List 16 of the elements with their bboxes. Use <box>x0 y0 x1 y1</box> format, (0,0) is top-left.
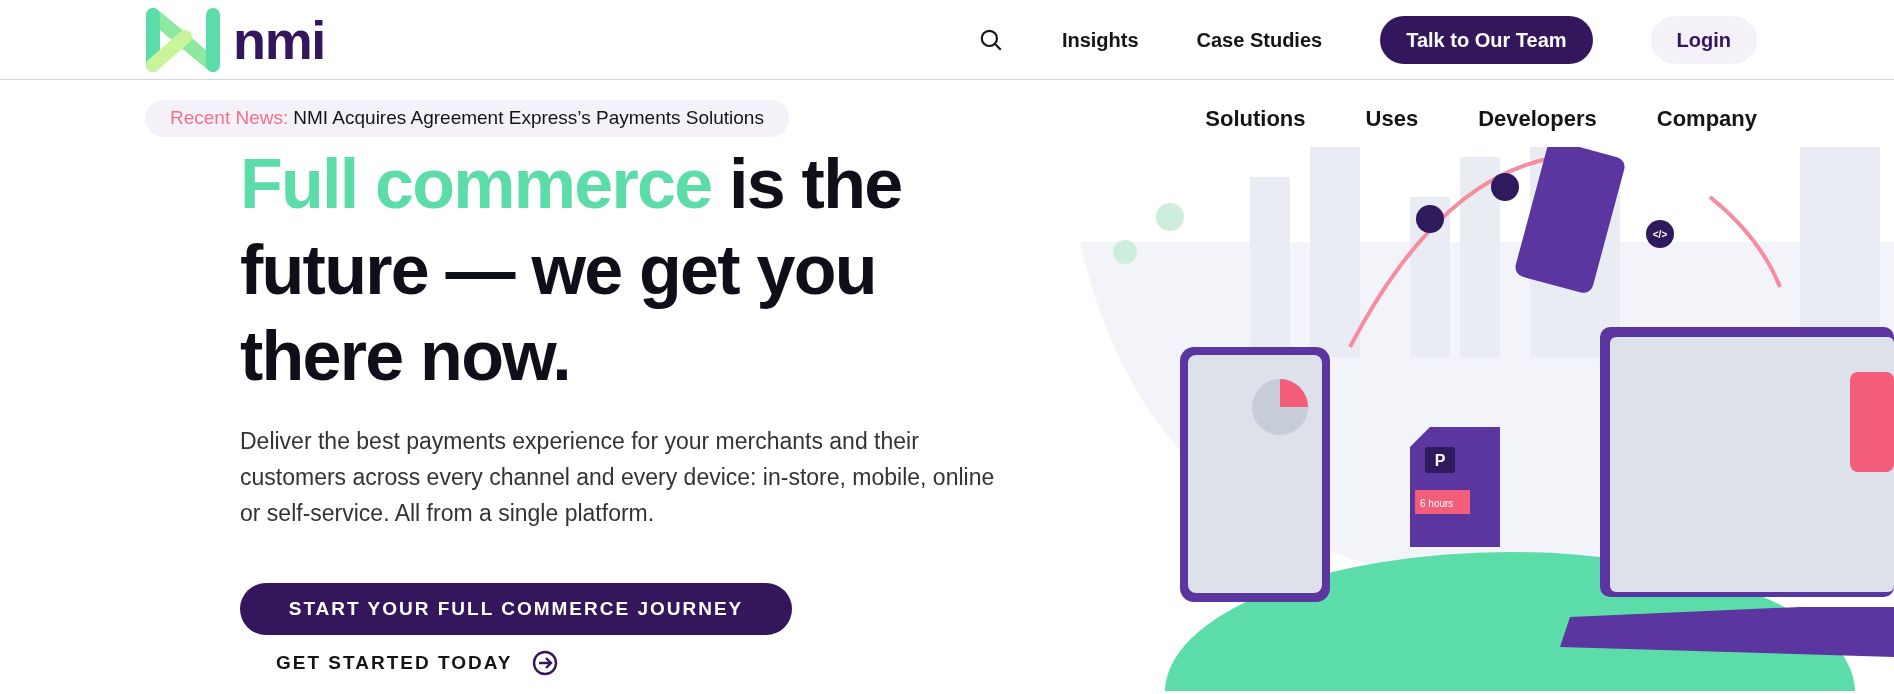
talk-to-team-button[interactable]: Talk to Our Team <box>1380 15 1593 64</box>
logo-wordmark[interactable]: nmi <box>233 12 325 67</box>
login-button[interactable]: Login <box>1650 15 1757 64</box>
nav-link[interactable]: Case Studies <box>1196 24 1323 55</box>
news-banner[interactable]: Recent News: NMI Acquires Agreement Express’s Payments Solutions <box>145 100 789 137</box>
start-journey-button[interactable]: START YOUR FULL COMMERCE JOURNEY <box>240 583 792 635</box>
hero-headline: Full commerce is the future — we get you there now. <box>240 144 903 397</box>
main-nav-link[interactable]: Solutions <box>1205 102 1306 135</box>
main-nav-link[interactable]: Uses <box>1365 102 1419 135</box>
arrow-circle-icon <box>532 650 559 677</box>
nav-link[interactable]: Insights <box>1061 24 1139 55</box>
get-started-link[interactable]: GET STARTED TODAY <box>276 649 559 678</box>
commerce-illustration-drawing: </> P 6 hours <box>1080 147 1894 691</box>
main-nav-link[interactable]: Company <box>1656 102 1757 135</box>
main-nav-link[interactable]: Developers <box>1478 102 1597 135</box>
hero-description: Deliver the best payments experience for your merchants and their customers across every channel and every device: in-store, mobile, online or self-service. All from a single platform. <box>240 427 996 528</box>
